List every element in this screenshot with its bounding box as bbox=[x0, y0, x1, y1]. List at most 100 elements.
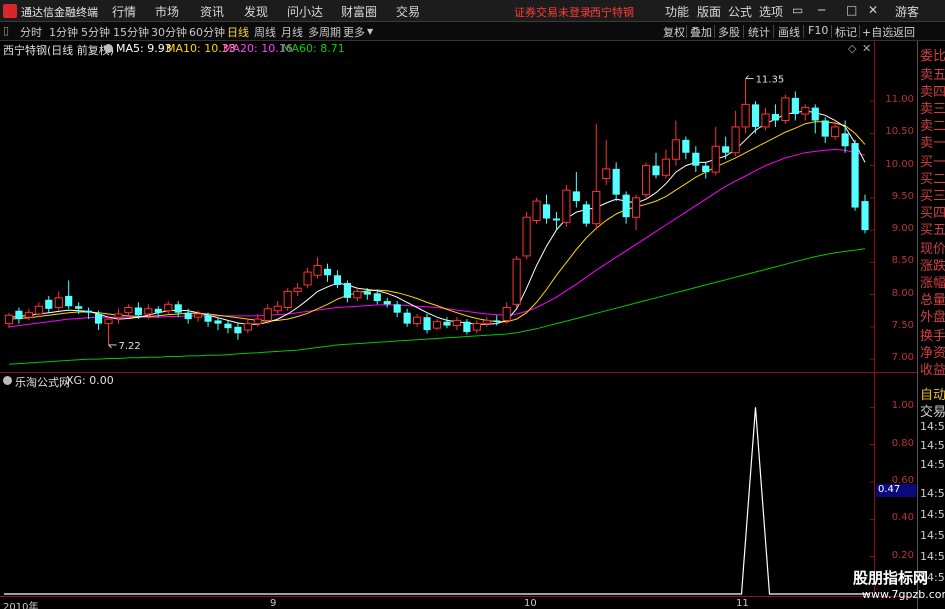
candle-body-up bbox=[671, 139, 680, 160]
candle-body-down bbox=[791, 97, 799, 115]
candle bbox=[403, 308, 411, 327]
candle-body-down bbox=[811, 107, 819, 121]
pane-divider[interactable] bbox=[0, 372, 917, 373]
user-guest[interactable]: 游客 bbox=[895, 3, 919, 20]
axis-divider bbox=[874, 41, 875, 596]
period-60min[interactable]: 60分钟 bbox=[189, 24, 225, 40]
indicator-y-tick: 1.00 bbox=[891, 400, 914, 412]
maximize-icon[interactable]: □ bbox=[846, 3, 857, 17]
candle-body-down bbox=[204, 315, 212, 322]
toolbar-back[interactable]: 返回 bbox=[893, 24, 915, 40]
indicator-chart[interactable] bbox=[0, 386, 874, 596]
menu-discover[interactable]: 发现 bbox=[244, 3, 268, 20]
candle-body-down bbox=[134, 307, 142, 316]
minimize-icon[interactable]: ─ bbox=[818, 3, 825, 17]
close-icon[interactable]: ✕ bbox=[868, 3, 878, 17]
more-dropdown-icon[interactable]: ▼ bbox=[367, 27, 373, 36]
candle bbox=[393, 301, 401, 318]
period-1min[interactable]: 1分钟 bbox=[49, 24, 78, 40]
ma5-label: MA5: 9.93 bbox=[116, 42, 172, 55]
rp-buy5: 买五 bbox=[920, 223, 945, 238]
app-title: 通达信金融终端 bbox=[21, 6, 98, 19]
period-30min[interactable]: 30分钟 bbox=[151, 24, 187, 40]
candle bbox=[303, 267, 312, 289]
candle bbox=[273, 301, 282, 314]
candle-body-down bbox=[443, 321, 451, 326]
toolbar-separator bbox=[889, 25, 890, 38]
watermark-title: 股朋指标网 bbox=[853, 569, 929, 587]
auto-trade-label[interactable]: 交易 bbox=[920, 401, 945, 420]
toolbar-overlay[interactable]: 叠加 bbox=[690, 24, 712, 40]
sidebar-toggle-icon[interactable]: ▯ bbox=[3, 24, 9, 37]
candle-body-up bbox=[263, 308, 272, 321]
period-15min[interactable]: 15分钟 bbox=[113, 24, 149, 40]
candle-body-down bbox=[851, 143, 859, 208]
period-5min[interactable]: 5分钟 bbox=[81, 24, 110, 40]
candle-body-up bbox=[512, 258, 521, 305]
candle bbox=[452, 317, 461, 331]
candle bbox=[682, 136, 690, 160]
candle-body-up bbox=[661, 158, 671, 176]
candle bbox=[214, 317, 222, 331]
candle-body-up bbox=[124, 307, 133, 314]
menu-formula[interactable]: 公式 bbox=[728, 3, 752, 20]
menu-bar: 通达信金融终端 行情 市场 资讯 发现 问小达 财富圈 交易 证券交易未登录 西… bbox=[0, 0, 945, 22]
toolbar-draw-line[interactable]: 画线 bbox=[778, 24, 800, 40]
menu-news[interactable]: 资讯 bbox=[200, 3, 224, 20]
toolbar-restore-right[interactable]: 复权 bbox=[663, 24, 685, 40]
period-timeshare[interactable]: 分时 bbox=[20, 24, 42, 40]
period-multi[interactable]: 多周期 bbox=[308, 24, 341, 40]
chart-close-icon[interactable]: ✕ bbox=[862, 42, 871, 55]
candle-body-down bbox=[493, 320, 501, 322]
kline-chart[interactable]: 11.35 7.22 bbox=[0, 56, 874, 372]
menu-market[interactable]: 市场 bbox=[155, 3, 179, 20]
toolbar-separator bbox=[831, 25, 832, 38]
candle-body-up bbox=[413, 316, 422, 325]
candle bbox=[761, 107, 770, 131]
toolbar-separator bbox=[714, 25, 715, 38]
annotation-label: 7.22 bbox=[119, 341, 141, 352]
indicator-y-tick: 0.60 bbox=[891, 475, 914, 486]
period-more[interactable]: 更多 bbox=[343, 24, 365, 40]
candle-body-down bbox=[622, 194, 630, 218]
period-daily[interactable]: 日线 bbox=[227, 24, 249, 40]
skin-icon[interactable]: ▭ bbox=[792, 3, 803, 17]
candle-body-up bbox=[562, 189, 571, 223]
candle-body-down bbox=[174, 304, 182, 313]
toolbar-statistics[interactable]: 统计 bbox=[748, 24, 770, 40]
candle bbox=[512, 255, 521, 308]
tick-time: 14:56 bbox=[920, 487, 945, 500]
chart-settings-icon[interactable]: ◇ bbox=[848, 42, 856, 55]
candle bbox=[702, 162, 710, 179]
indicator-menu-icon[interactable] bbox=[3, 376, 12, 385]
candle bbox=[234, 323, 242, 340]
candle bbox=[293, 283, 302, 296]
menu-ask[interactable]: 问小达 bbox=[287, 3, 323, 20]
toolbar-mark[interactable]: 标记 bbox=[835, 24, 857, 40]
app-logo-icon bbox=[3, 4, 17, 18]
menu-trade[interactable]: 交易 bbox=[396, 3, 420, 20]
candle-body-down bbox=[323, 268, 332, 276]
time-label-2010: 2010年 bbox=[3, 602, 39, 609]
menu-layout[interactable]: 版面 bbox=[697, 3, 721, 20]
menu-function[interactable]: 功能 bbox=[665, 3, 689, 20]
candle-body-down bbox=[224, 323, 232, 329]
toolbar-multi-stock[interactable]: 多股 bbox=[718, 24, 740, 40]
menu-quotes[interactable]: 行情 bbox=[112, 3, 136, 20]
candle-body-up bbox=[532, 200, 541, 221]
candle-body-down bbox=[722, 146, 730, 153]
price-y-tick: 9.00 bbox=[891, 223, 914, 235]
candle bbox=[114, 308, 123, 324]
candle-body-down bbox=[65, 295, 73, 307]
candle-body-down bbox=[692, 152, 700, 166]
candle-body-down bbox=[771, 114, 780, 121]
indicator-settings-icon[interactable] bbox=[104, 44, 113, 53]
tick-time: 14:55 bbox=[920, 439, 945, 452]
trade-login-warning[interactable]: 证券交易未登录 bbox=[514, 4, 591, 20]
menu-options[interactable]: 选项 bbox=[759, 3, 783, 20]
time-axis: 2010年 9 10 11 bbox=[0, 596, 917, 609]
toolbar-f10[interactable]: F10 bbox=[808, 24, 828, 37]
period-weekly[interactable]: 周线 bbox=[254, 24, 276, 40]
period-monthly[interactable]: 月线 bbox=[281, 24, 303, 40]
menu-wealth[interactable]: 财富圈 bbox=[341, 3, 377, 20]
